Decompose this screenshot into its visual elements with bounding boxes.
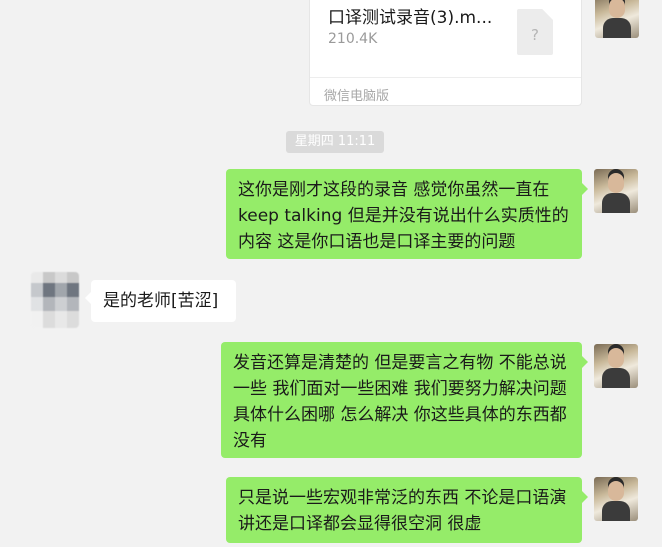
my-avatar[interactable] (595, 0, 639, 38)
contact-avatar[interactable] (31, 272, 79, 328)
file-size: 210.4K (328, 31, 378, 47)
sent-message-bubble[interactable]: 发音还算是清楚的 但是要言之有物 不能总说一些 我们面对一些困难 我们要努力解决… (221, 342, 588, 458)
file-name: 口译测试录音(3).m... (328, 8, 493, 28)
file-card-divider (310, 77, 581, 78)
file-message-card[interactable]: 口译测试录音(3).m... 210.4K ? 微信电脑版 (309, 0, 582, 106)
my-avatar[interactable] (594, 477, 638, 521)
unknown-file-icon: ? (517, 9, 553, 55)
my-avatar[interactable] (594, 344, 638, 388)
file-source-label: 微信电脑版 (324, 89, 390, 104)
my-avatar[interactable] (594, 169, 638, 213)
chat-window: 口译测试录音(3).m... 210.4K ? 微信电脑版 星期四 11:11 … (0, 0, 662, 547)
sent-message-bubble[interactable]: 这你是刚才这段的录音 感觉你虽然一直在keep talking 但是并没有说出什… (226, 169, 588, 259)
received-message-bubble[interactable]: 是的老师[苦涩] (85, 280, 236, 322)
message-timestamp: 星期四 11:11 (286, 131, 384, 153)
sent-message-bubble[interactable]: 只是说一些宏观非常泛的东西 不论是口语演讲还是口译都会显得很空洞 很虚 (226, 477, 588, 543)
